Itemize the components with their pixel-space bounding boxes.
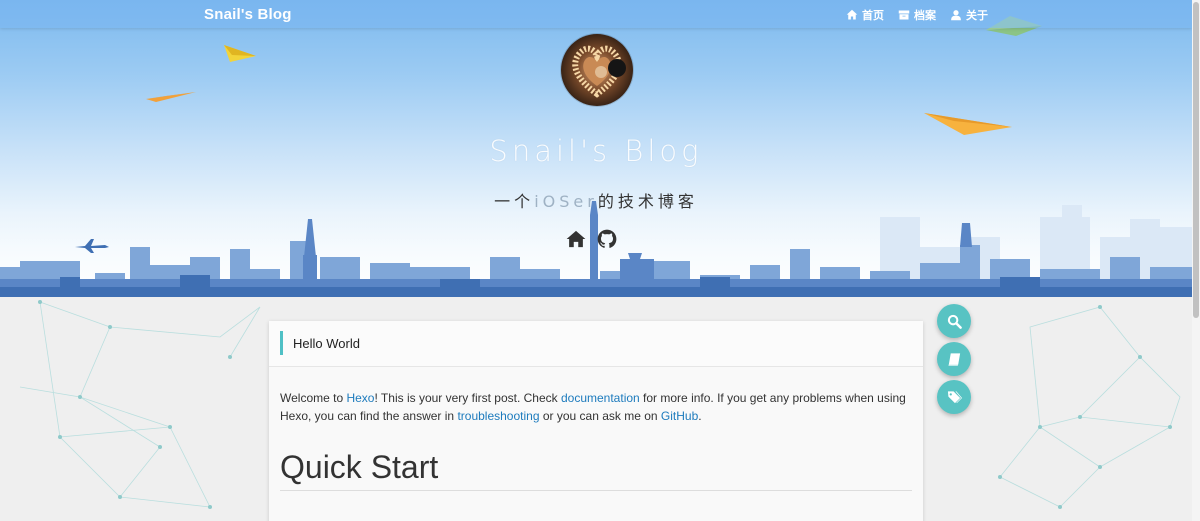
search-icon [947,314,962,329]
book-icon [947,352,960,366]
home-icon [846,9,858,20]
nav-link-about[interactable]: 关于 [950,7,988,23]
header-banner: Snail's Blog 首页 档案 关于 Snail's Blog 一个iOS… [0,0,1192,297]
user-icon [951,10,961,21]
troubleshooting-link[interactable]: troubleshooting [457,409,539,423]
social-links [566,229,617,249]
post-card: Hello World Welcome to Hexo! This is you… [269,321,923,521]
post-title-link[interactable]: Hello World [293,336,360,351]
tags-button[interactable] [937,380,971,414]
post-body: Welcome to Hexo! This is your very first… [269,367,923,521]
site-subtitle-highlight: iOSer [534,192,598,211]
brand-link[interactable]: Snail's Blog [204,6,292,23]
site-subtitle-prefix: 一个 [494,192,535,211]
social-home-link[interactable] [566,229,586,249]
tags-icon [947,390,962,403]
book-button[interactable] [937,342,971,376]
nav-link-home-label: 首页 [862,10,884,22]
search-button[interactable] [937,304,971,338]
page-scrollbar[interactable] [1192,0,1200,521]
post-header: Hello World [269,321,923,367]
paper-plane-orange-left [146,92,196,102]
nav-links: 首页 档案 关于 [846,7,988,23]
post-text-4: or you can ask me on [539,409,661,423]
scrollbar-thumb[interactable] [1193,2,1199,318]
post-text-2: ! This is your very first post. Check [374,391,561,405]
hexo-link[interactable]: Hexo [346,391,374,405]
social-github-link[interactable] [597,229,617,249]
top-navbar: Snail's Blog 首页 档案 关于 [0,0,1192,28]
paper-plane-yellow [224,45,256,62]
documentation-link[interactable]: documentation [561,391,640,405]
site-title: Snail's Blog [489,134,703,168]
home-icon [566,230,586,248]
post-heading-quick-start: Quick Start [280,449,912,491]
post-excerpt: Welcome to Hexo! This is your very first… [280,389,912,425]
github-icon [597,229,617,248]
nav-link-home[interactable]: 首页 [846,7,884,23]
archive-icon [898,10,910,20]
site-subtitle: 一个iOSer的技术博客 [0,188,1192,212]
post-text-5: . [698,409,702,423]
site-subtitle-suffix: 的技术博客 [597,192,698,211]
avatar[interactable] [561,34,633,106]
nav-link-archive-label: 档案 [914,10,936,22]
page: Snail's Blog 首页 档案 关于 Snail's Blog 一个iOS… [0,0,1200,521]
post-title-accent-bar [280,331,283,355]
nav-link-about-label: 关于 [966,10,988,22]
post-text-1: Welcome to [280,391,347,405]
avatar-image [572,45,626,98]
nav-link-archive[interactable]: 档案 [898,7,936,23]
github-link[interactable]: GitHub [661,409,698,423]
